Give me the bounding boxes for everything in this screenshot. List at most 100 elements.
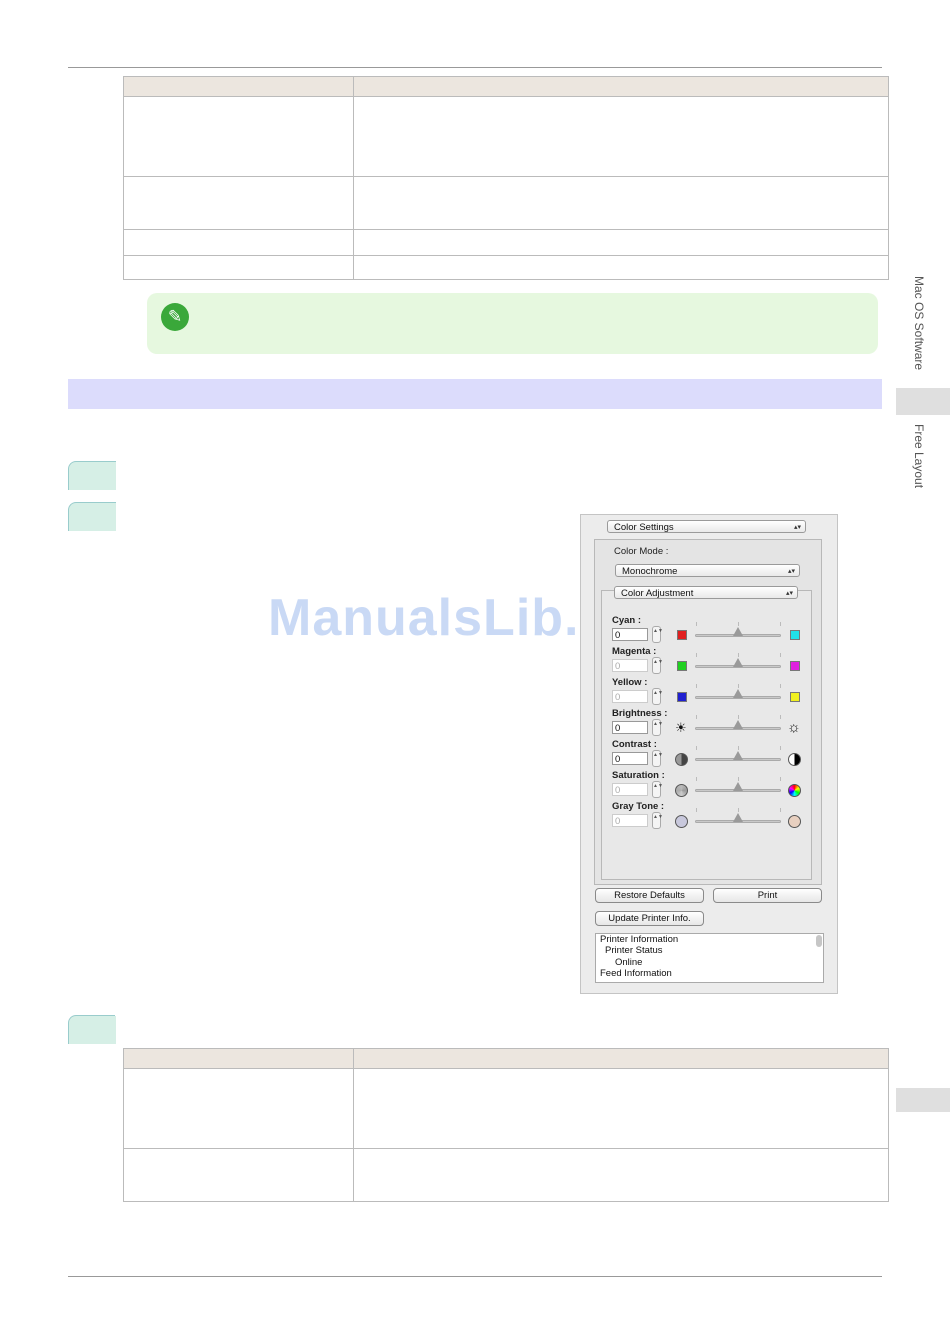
slider-tick — [780, 777, 781, 781]
stepper-arrows-icon[interactable]: ▲▼ — [652, 657, 663, 674]
color-mode-value: Monochrome — [622, 566, 678, 577]
slider-thumb[interactable] — [733, 751, 743, 760]
table-row — [123, 1068, 889, 1149]
slider-thumb[interactable] — [733, 813, 743, 822]
color-settings-group: Color Mode : Monochrome ▴▾ Color Adjustm… — [594, 539, 822, 885]
slider-tick — [780, 684, 781, 688]
right-color-swatch — [790, 630, 800, 640]
slider-label: Contrast : — [612, 739, 657, 750]
slider-tick — [780, 653, 781, 657]
slider-value-field[interactable]: 0 — [612, 783, 648, 796]
slider-tick — [696, 622, 697, 626]
slider-tick — [780, 746, 781, 750]
settings-menu-label: Color Settings — [614, 522, 674, 533]
right-color-swatch — [790, 661, 800, 671]
slider-thumb[interactable] — [733, 658, 743, 667]
slider-tick — [738, 777, 739, 781]
contrast-high-icon — [788, 753, 801, 766]
info-line: Printer Information — [600, 934, 679, 945]
info-line: Online — [615, 957, 643, 968]
table-row — [123, 229, 889, 256]
graytone-cool-icon — [675, 815, 688, 828]
settings-table-top — [123, 76, 889, 280]
table-header-row — [123, 76, 889, 97]
slider-label: Gray Tone : — [612, 801, 665, 812]
header-rule — [68, 67, 882, 68]
contrast-low-icon — [675, 753, 688, 766]
note-box: ✎ — [147, 293, 878, 354]
slider-tick — [780, 715, 781, 719]
slider-value-field[interactable]: 0 — [612, 721, 648, 734]
info-line: Printer Status — [605, 945, 663, 956]
slider-value-field[interactable]: 0 — [612, 628, 648, 641]
slider-value-field[interactable]: 0 — [612, 659, 648, 672]
slider-tick — [738, 746, 739, 750]
settings-table-bottom — [123, 1048, 889, 1202]
printer-info-list[interactable]: Printer Information Printer Status Onlin… — [595, 933, 824, 983]
slider-label: Brightness : — [612, 708, 668, 719]
right-color-swatch — [790, 692, 800, 702]
scrollbar-thumb[interactable] — [816, 935, 822, 947]
table-row — [123, 176, 889, 230]
stepper-arrows-icon[interactable]: ▲▼ — [652, 812, 663, 829]
brightness-low-icon: ☀ — [675, 720, 687, 735]
settings-menu-popup[interactable]: Color Settings ▴▾ — [607, 520, 806, 533]
color-mode-label: Color Mode : — [614, 546, 669, 557]
side-nav-chapter[interactable]: Mac OS Software — [912, 276, 926, 370]
slider-tick — [780, 622, 781, 626]
side-nav-section[interactable]: Free Layout — [912, 424, 926, 488]
slider-tick — [696, 777, 697, 781]
stepper-arrows-icon[interactable]: ▲▼ — [652, 781, 663, 798]
updown-arrow-icon: ▴▾ — [793, 524, 801, 531]
restore-defaults-button[interactable]: Restore Defaults — [595, 888, 704, 903]
section-heading-bar — [68, 379, 882, 409]
step-rule — [115, 1015, 882, 1016]
step-marker-3 — [68, 1015, 116, 1044]
saturation-high-icon — [788, 784, 801, 797]
updown-arrow-icon: ▴▾ — [787, 568, 795, 575]
stepper-arrows-icon[interactable]: ▲▼ — [652, 688, 663, 705]
color-adjustment-group: Color Adjustment ▴▾ Cyan :0 ▲▼ Magenta :0 ▲… — [601, 586, 812, 880]
color-adjustment-popup[interactable]: Color Adjustment ▴▾ — [614, 586, 798, 599]
brightness-high-icon: ☼ — [787, 719, 801, 736]
slider-tick — [738, 715, 739, 719]
table-header-row — [123, 1048, 889, 1069]
slider-tick — [696, 715, 697, 719]
left-color-swatch — [677, 630, 687, 640]
slider-thumb[interactable] — [733, 689, 743, 698]
color-adjustment-label: Color Adjustment — [621, 588, 694, 599]
slider-thumb[interactable] — [733, 627, 743, 636]
side-nav-active-tab — [896, 388, 950, 415]
stepper-arrows-icon[interactable]: ▲▼ — [652, 750, 663, 767]
left-color-swatch — [677, 692, 687, 702]
color-settings-panel: Color Settings ▴▾ Color Mode : Monochrom… — [580, 514, 838, 994]
slider-tick — [696, 746, 697, 750]
slider-tick — [696, 684, 697, 688]
pencil-note-icon: ✎ — [161, 303, 189, 331]
table-row — [123, 96, 889, 177]
slider-value-field[interactable]: 0 — [612, 814, 648, 827]
slider-label: Saturation : — [612, 770, 665, 781]
slider-tick — [696, 808, 697, 812]
slider-thumb[interactable] — [733, 782, 743, 791]
step-marker-2 — [68, 502, 116, 531]
slider-value-field[interactable]: 0 — [612, 752, 648, 765]
print-button[interactable]: Print — [713, 888, 822, 903]
update-printer-info-button[interactable]: Update Printer Info. — [595, 911, 704, 926]
saturation-low-icon — [675, 784, 688, 797]
step-marker-1 — [68, 461, 116, 490]
slider-tick — [738, 653, 739, 657]
color-mode-popup[interactable]: Monochrome ▴▾ — [615, 564, 800, 577]
slider-label: Cyan : — [612, 615, 642, 626]
side-nav-page-tab — [896, 1088, 950, 1112]
slider-value-field[interactable]: 0 — [612, 690, 648, 703]
slider-thumb[interactable] — [733, 720, 743, 729]
stepper-arrows-icon[interactable]: ▲▼ — [652, 719, 663, 736]
table-row — [123, 1148, 889, 1202]
info-line: Feed Information — [600, 968, 672, 979]
left-color-swatch — [677, 661, 687, 671]
slider-tick — [738, 808, 739, 812]
updown-arrow-icon: ▴▾ — [785, 590, 793, 597]
stepper-arrows-icon[interactable]: ▲▼ — [652, 626, 663, 643]
slider-tick — [738, 684, 739, 688]
